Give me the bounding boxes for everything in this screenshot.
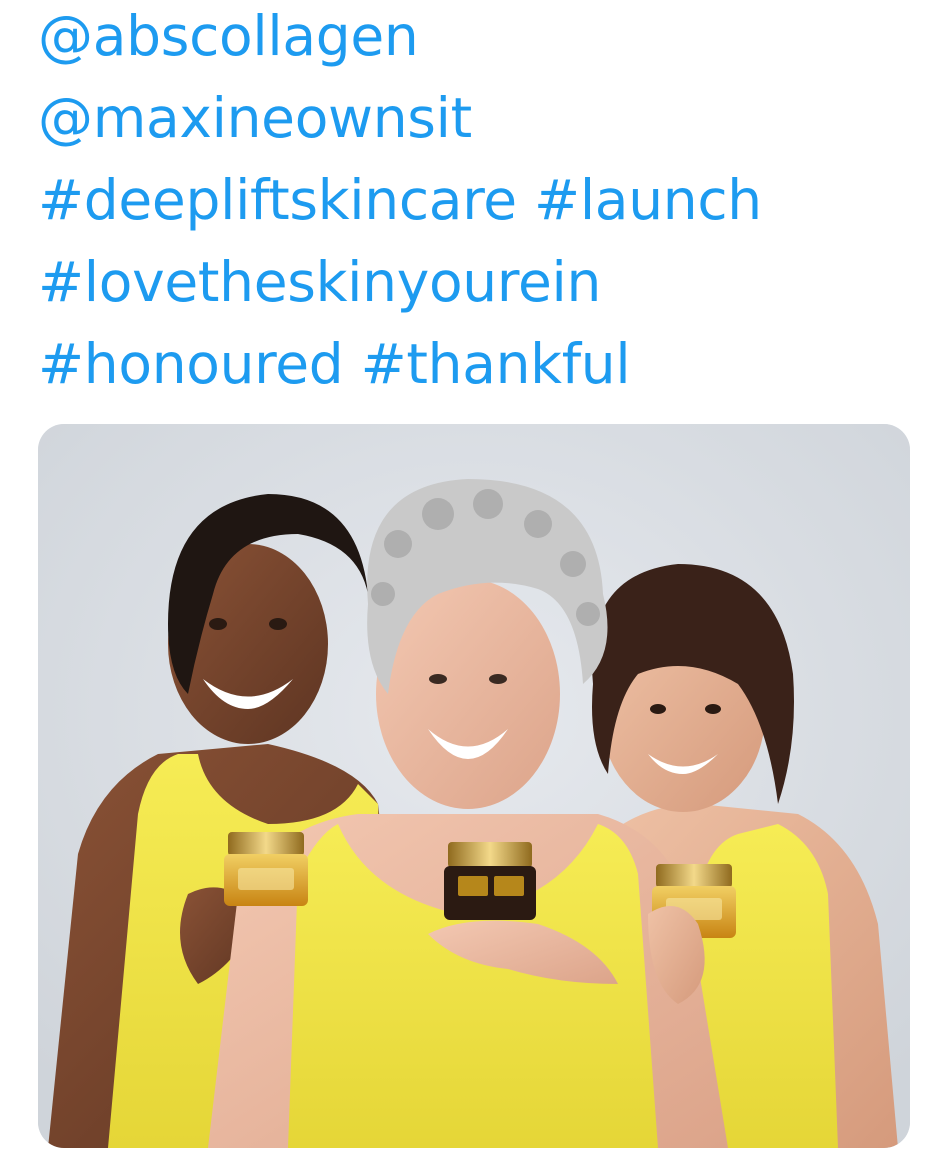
hashtag-link[interactable]: #thankful	[361, 332, 631, 396]
hashtag-link[interactable]: #launch	[534, 168, 762, 232]
mention-line: @abscollagen	[38, 0, 918, 82]
mention-link[interactable]: @abscollagen	[38, 4, 419, 68]
hashtag-link[interactable]: #honoured	[38, 332, 344, 396]
photo-illustration	[38, 424, 910, 1148]
hashtag-link[interactable]: #deepliftskincare	[38, 168, 517, 232]
hashtag-line: #honoured #thankful	[38, 328, 918, 410]
product-jar-left	[224, 832, 308, 906]
hashtag-line: #lovetheskinyourein	[38, 246, 918, 328]
hashtag-link[interactable]: #lovetheskinyourein	[38, 250, 601, 314]
tweet-text: @abscollagen @maxineownsit #deepliftskin…	[38, 0, 918, 410]
mention-link[interactable]: @maxineownsit	[38, 86, 472, 150]
hashtag-line: #deepliftskincare #launch	[38, 164, 918, 246]
mention-line: @maxineownsit	[38, 82, 918, 164]
tweet-photo[interactable]	[38, 424, 910, 1148]
product-jar-center	[444, 842, 536, 920]
